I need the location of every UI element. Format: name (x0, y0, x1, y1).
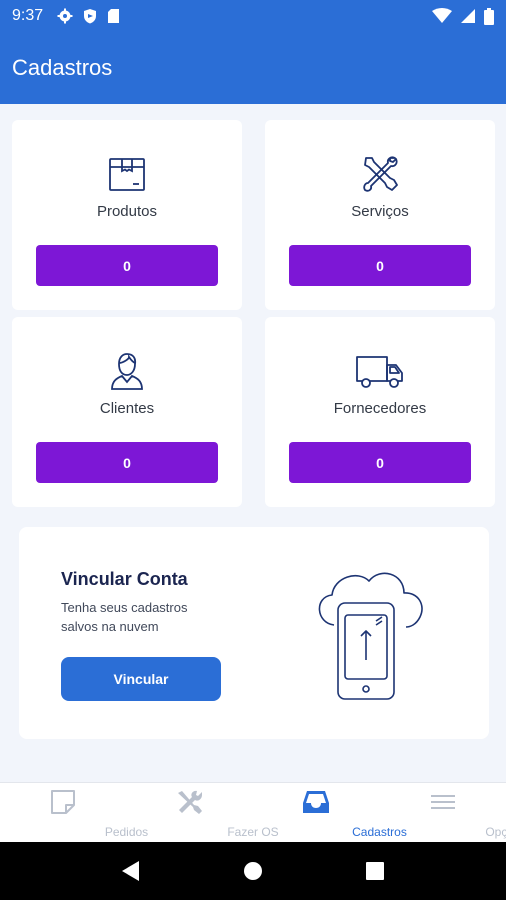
note-icon (51, 790, 76, 814)
page-title: Cadastros (12, 55, 113, 80)
menu-icon (430, 795, 455, 809)
back-icon[interactable] (121, 861, 140, 881)
card-label: Serviços (351, 203, 409, 220)
status-bar: 9:37 (0, 0, 506, 32)
nav-item-pedidos[interactable]: Pedidos (0, 783, 148, 842)
main-content: Produtos 0 Serviços 0 Clientes 0 Fornece… (0, 104, 506, 782)
nav-item-cadastros[interactable]: Cadastros (253, 783, 407, 842)
nav-label: Opções (485, 825, 506, 839)
wifi-icon (432, 8, 452, 23)
card-label: Clientes (99, 400, 155, 417)
link-account-button[interactable]: Vincular (61, 657, 221, 701)
truck-icon (356, 356, 403, 388)
app-bar: Cadastros (0, 32, 506, 104)
system-navigation-bar (0, 842, 506, 900)
clientes-count-button[interactable]: 0 (36, 442, 218, 483)
box-icon (109, 158, 145, 191)
nav-item-opcoes[interactable]: Opções (380, 783, 506, 842)
gear-icon (57, 8, 73, 24)
nav-item-fazer-os[interactable]: Fazer OS (127, 783, 279, 842)
card-label: Produtos (96, 203, 158, 220)
inbox-icon (303, 791, 330, 813)
shield-icon (84, 9, 97, 24)
status-time: 9:37 (12, 7, 44, 24)
fornecedores-count-button[interactable]: 0 (289, 442, 471, 483)
card-servicos[interactable]: Serviços 0 (265, 120, 495, 310)
card-label: Fornecedores (333, 400, 427, 417)
tools-icon (363, 156, 398, 192)
home-icon[interactable] (243, 861, 263, 881)
person-icon (111, 353, 143, 390)
cloud-phone-upload-icon (318, 572, 423, 700)
promo-description: Tenha seus cadastros salvos na nuvem (61, 600, 188, 634)
card-produtos[interactable]: Produtos 0 (12, 120, 242, 310)
tools-icon (177, 790, 202, 814)
promo-title: Vincular Conta (61, 569, 188, 589)
card-fornecedores[interactable]: Fornecedores 0 (265, 317, 495, 507)
servicos-count-button[interactable]: 0 (289, 245, 471, 286)
recents-icon[interactable] (366, 862, 385, 880)
battery-icon (484, 7, 494, 25)
link-account-panel: Vincular Conta Tenha seus cadastros salv… (19, 527, 489, 739)
produtos-count-button[interactable]: 0 (36, 245, 218, 286)
card-clientes[interactable]: Clientes 0 (12, 317, 242, 507)
signal-icon (461, 9, 475, 23)
bottom-navigation: Pedidos Fazer OS Cadastros Opções (0, 782, 506, 842)
sd-card-icon (108, 9, 120, 23)
